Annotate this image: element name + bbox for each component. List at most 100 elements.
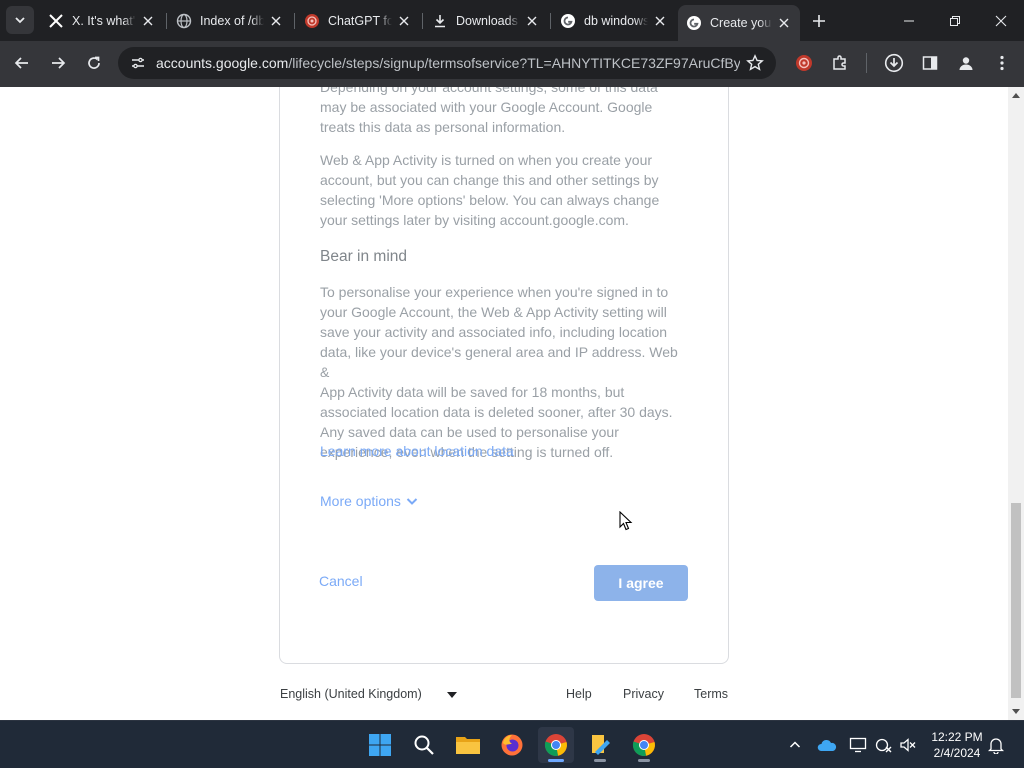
- scroll-up-arrow-icon[interactable]: [1012, 93, 1020, 98]
- extensions-puzzle-icon[interactable]: [826, 49, 854, 77]
- network-disconnected-icon[interactable]: [874, 735, 894, 755]
- running-indicator: [594, 759, 606, 762]
- forward-button[interactable]: [43, 48, 73, 78]
- address-bar[interactable]: accounts.google.com/lifecycle/steps/sign…: [118, 47, 776, 79]
- tab-divider: [294, 13, 295, 29]
- chrome-second-window-button[interactable]: [626, 727, 662, 763]
- close-icon[interactable]: [140, 13, 156, 29]
- tab-label: Downloads: [456, 13, 518, 28]
- bookmark-star-icon[interactable]: [740, 54, 770, 72]
- mouse-cursor-icon: [619, 510, 633, 536]
- volume-muted-icon[interactable]: [898, 735, 918, 755]
- notification-bell-icon[interactable]: [986, 735, 1006, 755]
- search-button[interactable]: [406, 727, 442, 763]
- bear-in-mind-heading: Bear in mind: [320, 248, 408, 265]
- text-line: Any saved data can be used to personalis…: [320, 424, 619, 440]
- language-selector[interactable]: English (United Kingdom): [280, 687, 460, 701]
- notes-app-button[interactable]: [582, 727, 618, 763]
- tab-chatgpt[interactable]: ChatGPT for Google: [296, 5, 420, 36]
- running-indicator: [638, 759, 650, 762]
- browser-toolbar: accounts.google.com/lifecycle/steps/sign…: [0, 41, 1024, 87]
- close-icon[interactable]: [396, 13, 412, 29]
- tab-downloads[interactable]: Downloads: [424, 5, 548, 36]
- web-app-activity-paragraph: Web & App Activity is turned on when you…: [320, 150, 690, 230]
- restore-button[interactable]: [932, 0, 978, 41]
- new-tab-button[interactable]: [806, 8, 832, 34]
- restore-icon: [950, 15, 960, 26]
- profile-avatar-icon[interactable]: [952, 49, 980, 77]
- firefox-icon: [501, 734, 523, 756]
- folder-icon: [456, 737, 480, 754]
- url-text: accounts.google.com/lifecycle/steps/sign…: [156, 55, 740, 71]
- onedrive-cloud-icon[interactable]: [817, 735, 837, 755]
- side-panel-icon[interactable]: [916, 49, 944, 77]
- text-line: data, like your device's general area an…: [320, 344, 678, 380]
- close-icon[interactable]: [652, 13, 668, 29]
- tab-label: Create your Google Account: [710, 16, 772, 30]
- more-options-button[interactable]: More options: [320, 493, 419, 509]
- learn-more-location-link[interactable]: Learn more about location data: [320, 443, 514, 459]
- site-info-icon[interactable]: [124, 55, 152, 71]
- chrome-icon: [544, 734, 567, 756]
- text-line: associated location data is deleted soon…: [320, 404, 673, 420]
- scroll-down-arrow-icon[interactable]: [1012, 709, 1020, 714]
- close-icon[interactable]: [268, 13, 284, 29]
- downloads-icon[interactable]: [880, 49, 908, 77]
- dropdown-caret-icon: [447, 692, 457, 698]
- tab-x[interactable]: X. It's what's happening: [40, 5, 164, 36]
- tab-index[interactable]: Index of /db: [168, 5, 292, 36]
- text-line: your settings later by visiting account.…: [320, 212, 629, 228]
- tab-label: Index of /db: [200, 13, 264, 28]
- text-line: App Activity data will be saved for 18 m…: [320, 384, 625, 400]
- tray-overflow-chevron-icon[interactable]: [785, 735, 805, 755]
- globe-icon: [176, 13, 192, 29]
- tab-search-button[interactable]: [6, 6, 34, 34]
- privacy-link[interactable]: Privacy: [623, 687, 664, 701]
- data-association-paragraph: Depending on your account settings, some…: [320, 87, 690, 137]
- url-host: accounts.google.com: [156, 55, 289, 71]
- toolbar-divider: [866, 53, 867, 73]
- cancel-button[interactable]: Cancel: [319, 573, 363, 589]
- clock-time: 12:22 PM: [931, 730, 983, 744]
- firefox-button[interactable]: [494, 727, 530, 763]
- personalisation-paragraph: To personalise your experience when you'…: [320, 282, 690, 462]
- menu-dots-icon[interactable]: [988, 49, 1016, 77]
- start-button[interactable]: [362, 727, 398, 763]
- terms-link[interactable]: Terms: [694, 687, 728, 701]
- file-explorer-button[interactable]: [450, 727, 486, 763]
- system-clock[interactable]: 12:22 PM 2/4/2024: [922, 729, 992, 761]
- page-scrollbar[interactable]: [1008, 87, 1024, 720]
- windows-logo-icon: [369, 734, 391, 756]
- scrollbar-thumb[interactable]: [1011, 503, 1021, 698]
- tab-divider: [166, 13, 167, 29]
- display-icon[interactable]: [848, 735, 868, 755]
- chatgpt-extension-icon[interactable]: [790, 49, 818, 77]
- google-icon: [560, 13, 576, 29]
- search-icon: [414, 735, 434, 755]
- minimize-icon: [904, 20, 914, 21]
- reload-icon: [88, 56, 100, 69]
- text-line: may be associated with your Google Accou…: [320, 99, 653, 115]
- close-window-button[interactable]: [978, 0, 1024, 41]
- text-line: treats this data as personal information…: [320, 119, 566, 135]
- text-line: Web & App Activity is turned on when you…: [320, 152, 653, 168]
- chrome-button[interactable]: [538, 727, 574, 763]
- back-button[interactable]: [7, 48, 37, 78]
- tab-strip: X. It's what's happening Index of /db Ch…: [0, 0, 1024, 41]
- minimize-button[interactable]: [886, 0, 932, 41]
- active-indicator: [548, 759, 564, 762]
- page-content: Depending on your account settings, some…: [0, 87, 1008, 720]
- text-line: your Google Account, the Web & App Activ…: [320, 304, 667, 320]
- reload-button[interactable]: [79, 48, 109, 78]
- help-link[interactable]: Help: [566, 687, 592, 701]
- close-icon[interactable]: [776, 15, 792, 31]
- text-line: account, but you can change this and oth…: [320, 172, 659, 188]
- tab-create-account[interactable]: Create your Google Account: [678, 5, 800, 41]
- close-icon[interactable]: [524, 13, 540, 29]
- i-agree-button[interactable]: I agree: [594, 565, 688, 601]
- arrow-right-icon: [52, 57, 66, 69]
- chatgpt-icon: [304, 13, 320, 29]
- chrome-icon: [632, 734, 655, 756]
- tab-label: X. It's what's happening: [72, 13, 136, 28]
- tab-db-windows[interactable]: db windows: [552, 5, 676, 36]
